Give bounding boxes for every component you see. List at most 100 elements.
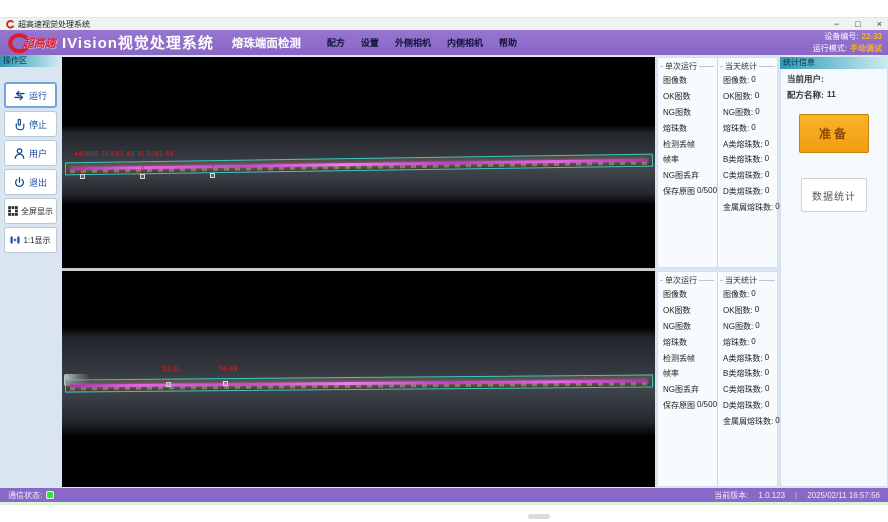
window-bottom-edge: [0, 502, 888, 505]
stat-row: 检测丢帧: [658, 136, 717, 152]
stat-value: 0: [755, 321, 759, 332]
stop-hand-icon: [13, 118, 26, 131]
prepare-button[interactable]: 准备: [799, 114, 869, 153]
stat-label: C类熔珠数:: [723, 384, 763, 395]
camera-viewport-top: 440885 79.8X1.49 31.5341.49 3 0 2: [62, 57, 655, 268]
stat-row: A类熔珠数:0: [718, 136, 778, 152]
stat-row: 熔珠数: [658, 334, 717, 350]
stat-label: NG图数: [663, 107, 691, 118]
device-number-value: 22-33: [862, 31, 882, 43]
stat-row: A类熔珠数:0: [718, 350, 778, 366]
one-to-one-button-label: 1:1显示: [23, 235, 50, 246]
seam-marker-box: [210, 173, 215, 178]
fullscreen-button[interactable]: 全屏显示: [4, 198, 57, 224]
one-to-one-icon: [9, 234, 21, 246]
seam-marker-label: 3: [81, 167, 85, 173]
seam-marker: 0: [140, 167, 145, 179]
stat-row: 保存原图0/500: [658, 183, 717, 199]
stat-label: D类熔珠数:: [723, 400, 763, 411]
seam-marker-box: [166, 382, 171, 387]
status-bar: 通信状态: 当前版本: 1.0.123 | 2025/02/11 16:57:5…: [0, 488, 888, 502]
stat-value: 0: [765, 139, 769, 150]
stat-value: 0: [751, 289, 755, 300]
menu-item-recipe[interactable]: 配方: [327, 36, 345, 49]
stat-label: 图像数:: [723, 75, 749, 86]
stat-label: 金属屑熔珠数:: [723, 202, 773, 213]
statistics-info-panel: 统计信息 当前用户: 配方名称: 11 准备 数据统计: [780, 57, 888, 487]
seam-marker: 2: [210, 166, 215, 178]
stat-value: 0/500: [697, 400, 717, 411]
app-subtitle: 熔珠端面检测: [232, 35, 301, 51]
brand-logo-text: 超高速: [23, 35, 56, 51]
menu-item-settings[interactable]: 设置: [361, 36, 379, 49]
stat-label: B类熔珠数:: [723, 368, 763, 379]
stat-row: 熔珠数:0: [718, 120, 778, 136]
menu-bar: 配方 设置 外侧相机 内侧相机 帮助: [327, 36, 517, 49]
device-number-label: 设备编号:: [824, 31, 858, 43]
info-panel-title: 统计信息: [780, 57, 888, 69]
measurement-annotation: 440885 79.8X1.49 31.5341.49: [74, 151, 174, 158]
stat-label: 金属屑熔珠数:: [723, 416, 773, 427]
stat-row: C类熔珠数:0: [718, 168, 778, 184]
stat-label: 帧率: [663, 154, 679, 165]
stat-label: 帧率: [663, 368, 679, 379]
run-mode-value: 手动调试: [850, 43, 882, 55]
main-area: 操作区 运行 停止 用户: [0, 55, 888, 488]
user-icon: [13, 147, 26, 160]
daily-stats-title: 当天统计: [725, 61, 757, 72]
stat-label: NG图数:: [723, 321, 753, 332]
stat-label: B类熔珠数:: [723, 154, 763, 165]
minimize-button[interactable]: −: [834, 18, 839, 30]
measurement-annotation: 53.11: [162, 366, 180, 373]
app-logo-icon: [6, 20, 15, 29]
stat-row: NG图数: [658, 319, 717, 335]
stat-label: 检测丢帧: [663, 353, 695, 364]
user-button[interactable]: 用户: [4, 140, 57, 166]
exit-button[interactable]: 退出: [4, 169, 57, 195]
stop-button[interactable]: 停止: [4, 111, 57, 137]
stat-value: 0: [751, 337, 755, 348]
device-number-row: 设备编号: 22-33: [813, 31, 882, 43]
stat-row: NG图数:0: [718, 105, 778, 121]
run-button-label: 运行: [29, 89, 47, 102]
window-titlebar: 超高速视觉处理系统 − □ ×: [0, 17, 888, 30]
measurement-annotation: 56.43: [219, 366, 238, 373]
maximize-button[interactable]: □: [855, 18, 860, 30]
stat-label: 图像数: [663, 289, 687, 300]
stat-row: 金属屑熔珠数:0: [718, 413, 778, 429]
stat-value: 0: [751, 123, 755, 134]
stat-row: 图像数:0: [718, 73, 778, 89]
stat-label: 熔珠数:: [723, 337, 749, 348]
operation-sidebar: 操作区 运行 停止 用户: [0, 55, 60, 488]
comm-status-label: 通信状态:: [8, 490, 42, 501]
stat-row: 帧率: [658, 152, 717, 168]
menu-item-inner-camera[interactable]: 内侧相机: [447, 36, 483, 49]
run-mode-row: 运行模式: 手动调试: [813, 43, 882, 55]
brand-logo: 超高速: [6, 33, 56, 53]
window-title: 超高速视觉处理系统: [18, 19, 90, 30]
comm-status-indicator: [46, 491, 54, 499]
run-button[interactable]: 运行: [4, 82, 57, 108]
seam-marker-label: 0: [141, 167, 145, 173]
stat-row: NG图丢弃: [658, 168, 717, 184]
stat-label: A类熔珠数:: [723, 353, 763, 364]
menu-item-help[interactable]: 帮助: [499, 36, 517, 49]
single-run-title: 单次运行: [665, 61, 697, 72]
app-window: 超高速视觉处理系统 − □ × 超高速 IVision视觉处理系统 熔珠端面检测…: [0, 0, 888, 522]
close-button[interactable]: ×: [877, 18, 882, 30]
stat-label: A类熔珠数:: [723, 139, 763, 150]
bottom-notch: [528, 514, 550, 519]
current-user-row: 当前用户:: [781, 69, 887, 85]
stat-row: D类熔珠数:0: [718, 183, 778, 199]
current-user-label: 当前用户:: [787, 73, 824, 85]
statusbar-separator: |: [795, 491, 797, 500]
stop-button-label: 停止: [29, 118, 47, 131]
menu-item-outer-camera[interactable]: 外侧相机: [395, 36, 431, 49]
one-to-one-button[interactable]: 1:1显示: [4, 227, 57, 253]
stat-value: 0: [751, 75, 755, 86]
stats-block-bottom: 单次运行 图像数 OK图数 NG图数 熔珠数 检测丢帧 帧率 NG图丢弃 保存原…: [657, 271, 778, 487]
daily-stats-title: 当天统计: [725, 275, 757, 286]
single-run-column: 单次运行 图像数 OK图数 NG图数 熔珠数 检测丢帧 帧率 NG图丢弃 保存原…: [658, 58, 717, 267]
stat-value: 0: [755, 305, 759, 316]
data-statistics-button[interactable]: 数据统计: [801, 178, 867, 212]
